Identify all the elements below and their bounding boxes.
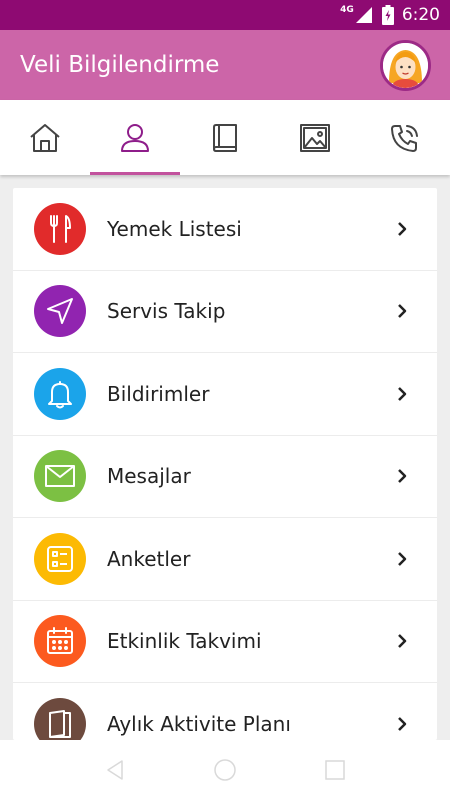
menu-icon-circle	[34, 532, 86, 585]
clock: 6:20	[401, 5, 440, 25]
chevron-right-icon	[398, 716, 407, 731]
menu-item-bildirimler[interactable]: Bildirimler	[13, 353, 437, 436]
back-triangle-icon	[107, 760, 123, 780]
tab-bar	[0, 100, 450, 175]
book-plan-icon	[49, 709, 71, 738]
home-circle-icon	[214, 759, 236, 781]
menu-item-servis-takip[interactable]: Servis Takip	[13, 271, 437, 353]
chevron-right-icon	[398, 386, 407, 401]
envelope-icon	[45, 465, 75, 488]
menu-icon-circle	[34, 450, 86, 503]
menu-icon-circle	[34, 697, 86, 740]
chevron-right-icon	[398, 551, 407, 566]
navigation-arrow-icon	[47, 298, 73, 325]
chevron-right-icon	[398, 304, 407, 319]
menu-icon-circle	[34, 615, 86, 668]
app-title: Veli Bilgilendirme	[20, 52, 220, 78]
back-button[interactable]	[95, 750, 135, 790]
app-bar: Veli Bilgilendirme	[0, 30, 450, 100]
recents-button[interactable]	[315, 750, 355, 790]
fork-knife-icon	[50, 214, 71, 243]
menu-item-label: Mesajlar	[107, 464, 191, 489]
chevron-right-icon	[398, 469, 407, 484]
recents-square-icon	[325, 760, 345, 780]
chevron-right-icon	[398, 634, 407, 649]
menu-icon-circle	[34, 367, 86, 420]
home-icon	[30, 123, 60, 152]
menu-icon-circle	[34, 202, 86, 255]
survey-list-icon	[47, 545, 73, 572]
tab-home[interactable]	[0, 100, 90, 175]
tab-gallery[interactable]	[270, 100, 360, 175]
system-nav-bar	[0, 740, 450, 800]
avatar-girl-icon	[383, 43, 428, 88]
menu-icon-circle	[34, 285, 86, 338]
menu-item-aylik-aktivite-plani[interactable]: Aylık Aktivite Planı	[13, 683, 437, 740]
gallery-icon	[300, 123, 330, 152]
menu-item-label: Aylık Aktivite Planı	[107, 711, 291, 736]
tab-book[interactable]	[180, 100, 270, 175]
tab-phone[interactable]	[360, 100, 450, 175]
phone-icon	[391, 124, 418, 152]
menu-item-label: Yemek Listesi	[107, 216, 242, 241]
menu-item-label: Anketler	[107, 546, 191, 571]
menu-list: Yemek Listesi Servis Takip Bildirimler M…	[13, 188, 437, 740]
tab-profile[interactable]	[90, 100, 180, 175]
battery-icon	[381, 5, 394, 25]
menu-item-label: Etkinlik Takvimi	[107, 629, 262, 654]
menu-item-label: Bildirimler	[107, 381, 210, 406]
menu-item-yemek-listesi[interactable]: Yemek Listesi	[13, 188, 437, 271]
calendar-icon	[47, 627, 73, 655]
profile-icon	[121, 123, 149, 152]
menu-item-label: Servis Takip	[107, 299, 226, 324]
network-type: 4G	[340, 5, 354, 15]
menu-item-anketler[interactable]: Anketler	[13, 518, 437, 601]
book-icon	[213, 123, 237, 152]
home-button[interactable]	[205, 750, 245, 790]
bell-icon	[48, 380, 72, 409]
signal-icon	[355, 7, 372, 23]
avatar[interactable]	[380, 40, 431, 91]
chevron-right-icon	[398, 221, 407, 236]
menu-item-etkinlik-takvimi[interactable]: Etkinlik Takvimi	[13, 601, 437, 683]
status-bar: 4G 6:20	[0, 0, 450, 30]
menu-item-mesajlar[interactable]: Mesajlar	[13, 436, 437, 518]
